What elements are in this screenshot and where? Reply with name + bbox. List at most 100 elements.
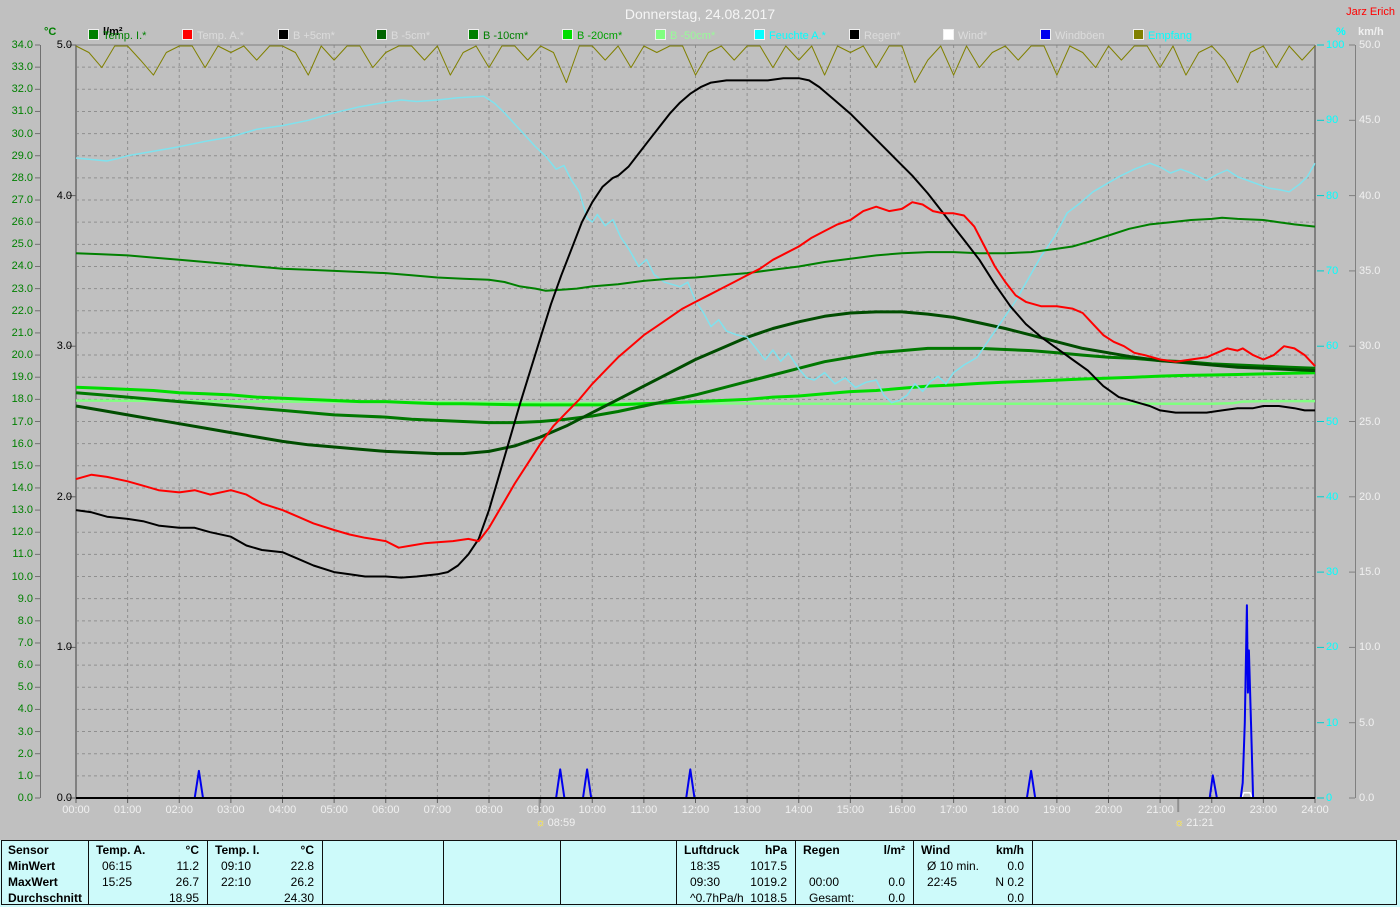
table-cell-value: 11.2 (88, 859, 199, 873)
x-axis-hour-label: 20:00 (1087, 804, 1131, 816)
wind-axis-tick-label: 50.0 (1359, 39, 1380, 51)
temp-axis-tick-label: 10.0 (2, 571, 33, 583)
x-axis-hour-label: 07:00 (415, 804, 459, 816)
temp-axis-tick-label: 9.0 (2, 593, 33, 605)
table-row-label: MinWert (8, 859, 55, 873)
x-axis-hour-label: 15:00 (828, 804, 872, 816)
table-cell-value: 0.0 (795, 875, 905, 889)
rain-axis-tick-label: 1.0 (44, 641, 72, 653)
table-column-unit: km/h (913, 843, 1024, 857)
statistics-table: SensorMinWertMaxWertDurchschnittTemp. A.… (0, 840, 1400, 907)
temp-axis-tick-label: 24.0 (2, 260, 33, 272)
table-cell-value: 26.7 (88, 875, 199, 889)
humidity-axis-tick-label: 30 (1326, 566, 1338, 578)
sunrise-icon: ☼ (536, 817, 546, 829)
humidity-axis-tick-label: 50 (1326, 416, 1338, 428)
wind-axis-tick-label: 30.0 (1359, 340, 1380, 352)
x-axis-hour-label: 00:00 (54, 804, 98, 816)
table-row-label: Durchschnitt (8, 891, 82, 905)
temp-axis-tick-label: 13.0 (2, 504, 33, 516)
table-cell-value: 1017.5 (676, 859, 787, 873)
temp-axis-tick-label: 16.0 (2, 438, 33, 450)
x-axis-hour-label: 09:00 (519, 804, 563, 816)
x-axis-hour-label: 11:00 (622, 804, 666, 816)
table-cell-value: 26.2 (207, 875, 314, 889)
temp-axis-tick-label: 28.0 (2, 172, 33, 184)
rain-axis-tick-label: 4.0 (44, 190, 72, 202)
sunrise-marker: ☼08:59 (536, 817, 576, 829)
temp-axis-tick-label: 34.0 (2, 39, 33, 51)
x-axis-hour-label: 01:00 (106, 804, 150, 816)
table-column-unit: l/m² (795, 843, 905, 857)
table-border-line (443, 840, 444, 905)
table-cell-value: 24.30 (207, 891, 314, 905)
weather-chart (0, 0, 1400, 907)
x-axis-hour-label: 06:00 (364, 804, 408, 816)
table-column-unit: °C (207, 843, 314, 857)
x-axis-hour-label: 22:00 (1190, 804, 1234, 816)
wind-axis-tick-label: 40.0 (1359, 190, 1380, 202)
x-axis-hour-label: 04:00 (261, 804, 305, 816)
temp-axis-tick-label: 17.0 (2, 416, 33, 428)
temp-axis-tick-label: 8.0 (2, 615, 33, 627)
sunset-icon: ☼ (1174, 817, 1184, 829)
table-cell-value: 1018.5 (676, 891, 787, 905)
wind-axis-tick-label: 5.0 (1359, 717, 1374, 729)
humidity-axis-tick-label: 0 (1326, 792, 1332, 804)
temp-axis-tick-label: 19.0 (2, 371, 33, 383)
temp-axis-tick-label: 1.0 (2, 770, 33, 782)
table-column-unit: hPa (676, 843, 787, 857)
x-axis-hour-label: 10:00 (570, 804, 614, 816)
x-axis-hour-label: 08:00 (467, 804, 511, 816)
temp-axis-tick-label: 23.0 (2, 283, 33, 295)
humidity-axis-tick-label: 90 (1326, 114, 1338, 126)
wind-axis-tick-label: 0.0 (1359, 792, 1374, 804)
table-row-label: Sensor (8, 843, 49, 857)
temp-axis-tick-label: 15.0 (2, 460, 33, 472)
wind-axis-tick-label: 10.0 (1359, 641, 1380, 653)
humidity-axis-tick-label: 80 (1326, 190, 1338, 202)
humidity-axis-tick-label: 40 (1326, 491, 1338, 503)
rain-axis-tick-label: 5.0 (44, 39, 72, 51)
table-border-line (1396, 840, 1397, 905)
temp-axis-tick-label: 27.0 (2, 194, 33, 206)
temp-axis-tick-label: 0.0 (2, 792, 33, 804)
wind-axis-tick-label: 35.0 (1359, 265, 1380, 277)
table-border-line (560, 840, 561, 905)
rain-axis-tick-label: 2.0 (44, 491, 72, 503)
x-axis-hour-label: 05:00 (312, 804, 356, 816)
wind-axis-tick-label: 25.0 (1359, 416, 1380, 428)
temp-axis-tick-label: 4.0 (2, 703, 33, 715)
temp-axis-tick-label: 18.0 (2, 393, 33, 405)
temp-axis-tick-label: 2.0 (2, 748, 33, 760)
temp-axis-tick-label: 20.0 (2, 349, 33, 361)
table-border-line (322, 840, 323, 905)
wind-axis-tick-label: 15.0 (1359, 566, 1380, 578)
humidity-axis-tick-label: 10 (1326, 717, 1338, 729)
table-cell-value: N 0.2 (913, 875, 1024, 889)
humidity-axis-tick-label: 100 (1326, 39, 1344, 51)
x-axis-hour-label: 21:00 (1138, 804, 1182, 816)
temp-axis-tick-label: 22.0 (2, 305, 33, 317)
table-cell-value: 0.0 (913, 859, 1024, 873)
temp-axis-tick-label: 7.0 (2, 637, 33, 649)
table-border-line (1, 840, 1397, 841)
wind-axis-tick-label: 20.0 (1359, 491, 1380, 503)
humidity-axis-tick-label: 60 (1326, 340, 1338, 352)
humidity-axis-tick-label: 20 (1326, 641, 1338, 653)
weather-station-app: Donnerstag, 24.08.2017 Jarz Erich °C l/m… (0, 0, 1400, 907)
table-cell-value: 0.0 (795, 891, 905, 905)
table-cell-value: 22.8 (207, 859, 314, 873)
x-axis-hour-label: 18:00 (983, 804, 1027, 816)
humidity-axis-tick-label: 70 (1326, 265, 1338, 277)
temp-axis-tick-label: 5.0 (2, 681, 33, 693)
x-axis-hour-label: 24:00 (1293, 804, 1337, 816)
temp-axis-tick-label: 26.0 (2, 216, 33, 228)
x-axis-hour-label: 14:00 (777, 804, 821, 816)
table-border-line (1, 840, 2, 905)
temp-axis-tick-label: 29.0 (2, 150, 33, 162)
temp-axis-tick-label: 14.0 (2, 482, 33, 494)
temp-axis-tick-label: 6.0 (2, 659, 33, 671)
table-row-label: MaxWert (8, 875, 58, 889)
table-cell-value: 0.0 (913, 891, 1024, 905)
